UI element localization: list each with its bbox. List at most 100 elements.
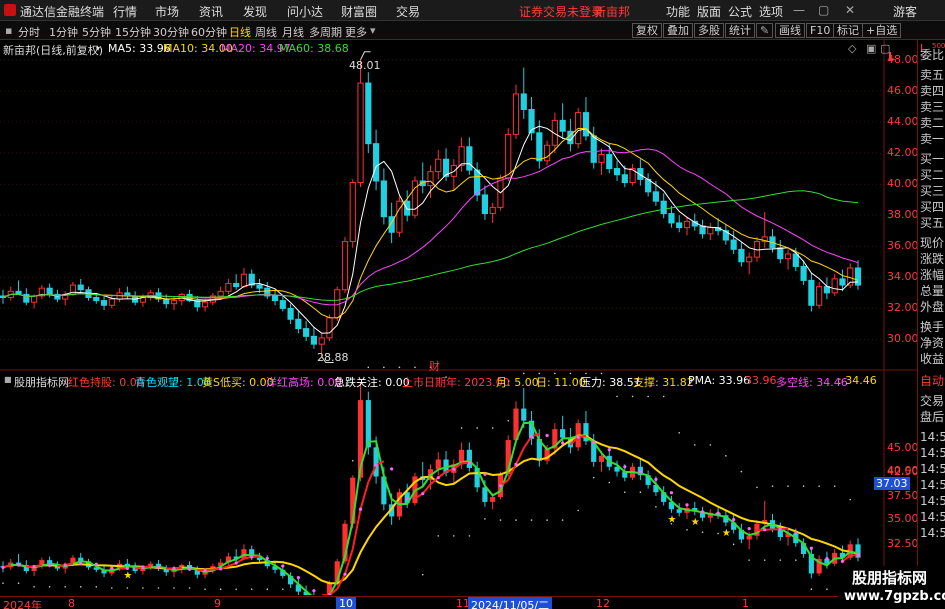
login-notice[interactable]: 证券交易未登录 [519, 3, 603, 20]
period-weekly[interactable]: 周线 [255, 24, 277, 40]
tool-biaoji[interactable]: 标记 [833, 23, 863, 38]
cursor-date-label: 2024/11/05/二 [468, 597, 553, 609]
trade-tab[interactable]: 交易 [920, 392, 945, 409]
price-candle-body [606, 154, 613, 170]
ind-magenta-dot [840, 559, 845, 563]
date-label-dec: 12 [596, 597, 610, 609]
period-fenshi[interactable]: 分时 [18, 24, 40, 40]
ind-magenta-dot [203, 568, 207, 572]
ind-magenta-dot [219, 567, 223, 571]
ind-magenta-dot [452, 467, 456, 471]
ind-red-hold: 红色持股: 0.00 [68, 376, 144, 389]
period-multi[interactable]: 多周期 [309, 24, 342, 40]
minimize-icon[interactable]: — [793, 3, 805, 17]
quote-side-panel: L 500 委比 卖五 卖四 卖三 卖二 卖一 买一 买二 买三 买四 买五 现… [917, 40, 945, 609]
collapse-icon[interactable]: ▣ [866, 42, 876, 55]
price-candle-body [613, 168, 621, 176]
chevron-down-icon[interactable]: ▾ [370, 24, 376, 37]
ind-pressure-dot [616, 395, 618, 398]
period-monthly[interactable]: 月线 [282, 24, 304, 40]
kline-chart-svg[interactable]: ★★★★★ [0, 40, 917, 609]
ind-magenta-dot [94, 562, 98, 566]
menu-faxian[interactable]: 发现 [243, 3, 267, 20]
menu-zixun[interactable]: 资讯 [199, 3, 223, 20]
finance-event-marker[interactable]: 财 [429, 358, 440, 374]
tool-duogu[interactable]: 多股 [694, 23, 724, 38]
dropdown-icon[interactable]: ▾ [96, 44, 100, 53]
ind-support-dot [795, 559, 797, 561]
price-tick-8: 32.00 [887, 301, 919, 314]
tool-diejia[interactable]: 叠加 [663, 23, 693, 38]
trade-time-6: 14:56 [920, 526, 945, 540]
chart-area[interactable]: ★★★★★ 新亩邦(日线,前复权) ▾ MA5: 33.96 MA10: 34.… [0, 40, 919, 609]
tool-tongji[interactable]: 统计 [725, 23, 755, 38]
menu-jiaoyi[interactable]: 交易 [396, 3, 420, 20]
draw-tool-icon[interactable]: ✎ [756, 23, 774, 38]
guest-label[interactable]: 游客 [893, 3, 917, 20]
tool-f10[interactable]: F10 [806, 23, 835, 38]
ind-pressure-dot [709, 444, 712, 446]
close-icon[interactable]: ✕ [845, 3, 855, 17]
tool-fuquan[interactable]: 复权 [632, 23, 662, 38]
ind-candle-body [560, 429, 566, 438]
menu-shichang[interactable]: 市场 [155, 3, 179, 20]
tool-add-favorite[interactable]: +自选 [862, 23, 902, 38]
ind-candle-body [521, 408, 527, 421]
price-candle-body [201, 301, 209, 308]
period-1min[interactable]: 1分钟 [49, 24, 78, 40]
ind-pressure-dot [383, 366, 385, 369]
diamond-icon[interactable]: ◇ [848, 42, 856, 55]
watermark: 股朋指标网 www.7gpzb.com [838, 566, 945, 609]
period-30min[interactable]: 30分钟 [153, 24, 189, 40]
maximize-icon[interactable]: ▢ [818, 3, 829, 17]
quote-turnover: 换手 [920, 320, 945, 334]
period-5min[interactable]: 5分钟 [82, 24, 111, 40]
ind-magenta-dot [732, 518, 736, 522]
menu-xuanxiang[interactable]: 选项 [759, 3, 783, 20]
ind-support-dot [142, 587, 144, 589]
ind-support-dot [437, 535, 440, 537]
menu-gongshi[interactable]: 公式 [728, 3, 752, 20]
price-candle-body [318, 337, 325, 345]
price-candle-body [287, 307, 294, 320]
ind-support-dot [592, 476, 595, 479]
price-candle-body [30, 295, 38, 303]
ind-magenta-dot [514, 462, 518, 466]
period-15min[interactable]: 15分钟 [115, 24, 151, 40]
ind-support-dot [250, 588, 253, 591]
ind-candle-body [598, 455, 605, 462]
menu-gongneng[interactable]: 功能 [666, 3, 690, 20]
ind-support-dot [763, 559, 766, 561]
ind-pressure-dot [756, 486, 758, 489]
after-hours-tab[interactable]: 盘后 [920, 408, 945, 425]
menu-banmian[interactable]: 版面 [697, 3, 721, 20]
quote-buy1: 买一 [920, 152, 945, 166]
period-daily[interactable]: 日线 [229, 24, 251, 40]
indicator-menu-icon[interactable]: ■ [4, 375, 12, 384]
ma-line-ma60 [2, 190, 859, 301]
tool-huaxian[interactable]: 画线 [775, 23, 805, 38]
ind-magenta-dot [156, 565, 161, 569]
price-candle-body [676, 222, 683, 229]
trade-time-4: 14:56 [920, 494, 945, 508]
price-candle-body [536, 132, 543, 162]
price-candle-body [730, 239, 737, 250]
indicator-name[interactable]: 股朋指标网 [14, 374, 69, 390]
quote-sell4: 卖四 [920, 84, 945, 98]
ma5-label: MA5: 33.96 [108, 42, 171, 55]
auto-toggle[interactable]: 自动 [920, 372, 945, 389]
period-60min[interactable]: 60分钟 [191, 24, 227, 40]
price-candle-body [645, 178, 652, 193]
ind-support-dot [561, 519, 564, 521]
period-menu-icon[interactable]: ▪ [5, 24, 12, 37]
menu-hangqing[interactable]: 行情 [113, 3, 137, 20]
ind-magenta-dot [576, 435, 580, 439]
price-candle-body [240, 273, 248, 288]
ind-magenta-dot [405, 496, 409, 501]
menu-caifuquan[interactable]: 财富圈 [341, 3, 377, 20]
price-candle-body [466, 146, 473, 171]
period-more[interactable]: 更多 [345, 24, 367, 40]
menu-wenxiaoda[interactable]: 问小达 [287, 3, 323, 20]
price-candle-body [823, 286, 831, 294]
quote-net-asset: 净资 [920, 336, 945, 350]
